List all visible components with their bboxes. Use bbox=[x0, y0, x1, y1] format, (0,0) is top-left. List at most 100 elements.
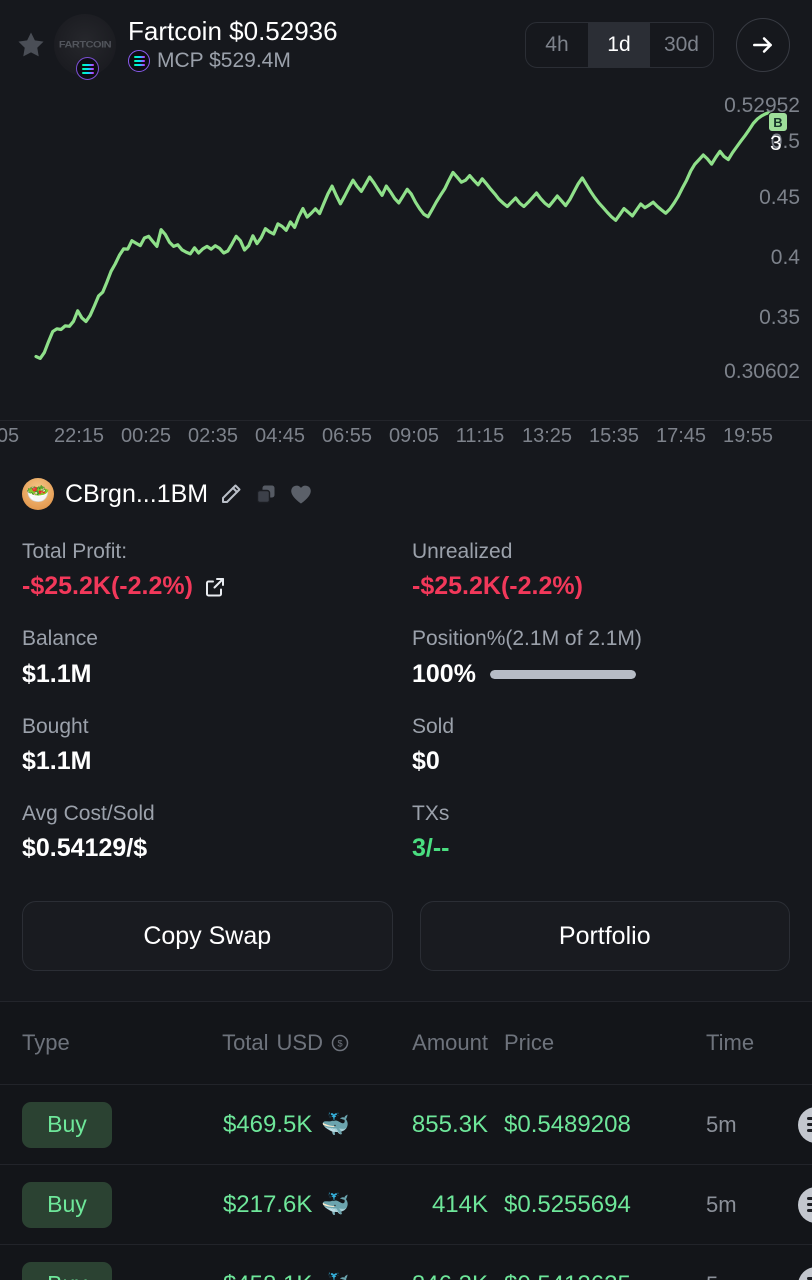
solana-icon[interactable] bbox=[798, 1266, 812, 1280]
x-tick-5: 06:55 bbox=[321, 425, 373, 447]
portfolio-button[interactable]: Portfolio bbox=[419, 901, 790, 972]
bought-value: $1.1M bbox=[22, 747, 92, 776]
trade-total-cell: $458.1K 🐳 bbox=[150, 1271, 350, 1280]
balance-value: $1.1M bbox=[22, 659, 92, 688]
position-percent-value: 100% bbox=[412, 659, 476, 688]
table-row[interactable]: Buy $469.5K 🐳 855.3K $0.5489208 5m bbox=[0, 1084, 812, 1164]
trade-type-badge: Buy bbox=[22, 1101, 112, 1148]
y-tick-4: 0.35 bbox=[759, 306, 800, 329]
whale-icon: 🐳 bbox=[321, 1273, 350, 1280]
stat-avg-cost-sold: Avg Cost/Sold $0.54129/$ bbox=[22, 786, 412, 873]
txs-value: 3/-- bbox=[412, 834, 450, 863]
trade-type-badge: Buy bbox=[22, 1181, 112, 1228]
stat-sold: Sold $0 bbox=[412, 699, 790, 786]
column-header-total[interactable]: Total USD $ bbox=[150, 1030, 350, 1056]
column-header-type[interactable]: Type bbox=[22, 1030, 150, 1056]
forward-arrow-button[interactable] bbox=[736, 18, 790, 72]
column-header-time[interactable]: Time bbox=[688, 1030, 788, 1056]
x-tick-3: 02:35 bbox=[187, 425, 239, 447]
token-logo[interactable]: FARTCOIN bbox=[54, 14, 116, 80]
x-tick-7: 11:15 bbox=[455, 425, 505, 447]
avatar: 🥗 bbox=[22, 478, 54, 510]
x-tick-0: 05 bbox=[0, 425, 20, 447]
wallet-address-label[interactable]: CBrgn...1BM bbox=[65, 480, 208, 509]
trade-time-cell: 5m bbox=[688, 1272, 788, 1280]
x-tick-6: 09:05 bbox=[388, 425, 440, 447]
txs-label: TXs bbox=[412, 802, 450, 826]
y-tick-3: 0.4 bbox=[770, 246, 800, 269]
heart-icon[interactable] bbox=[289, 483, 313, 505]
stats-grid: Total Profit: -$25.2K(-2.2%) Unrealized … bbox=[0, 516, 812, 873]
trade-price-cell: $0.5255694 bbox=[504, 1190, 631, 1218]
solana-icon[interactable] bbox=[798, 1106, 812, 1143]
position-progress-bar bbox=[489, 669, 636, 679]
trade-time-cell: 5m bbox=[706, 1191, 737, 1217]
column-header-price[interactable]: Price bbox=[488, 1030, 688, 1056]
token-logo-text: FARTCOIN bbox=[58, 40, 112, 50]
stat-unrealized: Unrealized -$25.2K(-2.2%) bbox=[412, 524, 790, 611]
trade-price-cell: $0.5412625 bbox=[488, 1271, 688, 1280]
whale-icon: 🐳 bbox=[321, 1111, 350, 1138]
trade-total-value: $217.6K bbox=[222, 1190, 313, 1218]
external-link-icon[interactable] bbox=[203, 575, 227, 599]
buy-marker-badge[interactable]: B bbox=[768, 112, 788, 132]
favorite-star-icon[interactable] bbox=[14, 28, 48, 62]
trade-count-label: 3 bbox=[770, 132, 782, 155]
table-row[interactable]: Buy $458.1K 🐳 846.3K $0.5412625 5m bbox=[0, 1244, 812, 1280]
header-bar: FARTCOIN Fartcoin $0.52936 MCP $529.4M 4… bbox=[0, 0, 812, 90]
bought-label: Bought bbox=[22, 714, 89, 738]
transactions-table: Type Total USD $ Amount Price Time Buy $… bbox=[0, 1001, 812, 1280]
avg-cost-sold-label: Avg Cost/Sold bbox=[22, 802, 155, 826]
x-tick-4: 04:45 bbox=[254, 425, 306, 447]
solana-chain-icon bbox=[128, 50, 150, 73]
copy-swap-button[interactable]: Copy Swap bbox=[22, 901, 393, 972]
table-row[interactable]: Buy $217.6K 🐳 414K $0.5255694 5m bbox=[0, 1164, 812, 1244]
wallet-row: 🥗 CBrgn...1BM bbox=[0, 456, 812, 516]
price-chart-svg bbox=[34, 110, 772, 360]
trade-amount-cell: 846.3K bbox=[350, 1271, 488, 1280]
market-cap-label: MCP $529.4M bbox=[157, 49, 291, 73]
total-profit-label: Total Profit: bbox=[22, 540, 128, 563]
stat-total-profit: Total Profit: -$25.2K(-2.2%) bbox=[22, 524, 412, 611]
timeframe-4h[interactable]: 4h bbox=[526, 23, 588, 67]
position-label: Position%(2.1M of 2.1M) bbox=[412, 627, 642, 651]
price-chart[interactable]: 0.52952 0.5 0.45 0.4 0.35 0.30602 B 3 bbox=[0, 90, 812, 420]
balance-label: Balance bbox=[22, 627, 98, 651]
table-header-row: Type Total USD $ Amount Price Time bbox=[0, 1002, 812, 1084]
token-title-block: Fartcoin $0.52936 MCP $529.4M bbox=[128, 15, 525, 74]
timeframe-1d[interactable]: 1d bbox=[587, 23, 650, 67]
market-cap-row: MCP $529.4M bbox=[128, 49, 525, 73]
y-tick-0: 0.52952 bbox=[724, 94, 800, 117]
trade-total-cell: $469.5K 🐳 bbox=[150, 1111, 350, 1139]
unrealized-label: Unrealized bbox=[412, 540, 513, 563]
x-tick-11: 19:55 bbox=[722, 425, 774, 447]
y-tick-5: 0.30602 bbox=[724, 360, 800, 383]
x-tick-9: 15:35 bbox=[588, 425, 640, 447]
copy-icon[interactable] bbox=[254, 482, 278, 506]
edit-pencil-icon[interactable] bbox=[219, 482, 243, 506]
y-tick-2: 0.45 bbox=[759, 186, 800, 209]
trade-total-cell: $217.6K 🐳 bbox=[150, 1191, 350, 1219]
usd-currency-toggle[interactable]: USD $ bbox=[277, 1030, 350, 1056]
total-label: Total bbox=[222, 1030, 269, 1056]
x-tick-1: 22:15 bbox=[53, 425, 105, 447]
timeframe-30d[interactable]: 30d bbox=[650, 23, 713, 67]
trade-amount-cell: 855.3K bbox=[411, 1110, 488, 1138]
position-progress-fill bbox=[489, 669, 636, 679]
trade-time-cell: 5m bbox=[706, 1111, 737, 1137]
trade-total-value: $469.5K bbox=[222, 1110, 313, 1138]
token-detail-screen: FARTCOIN Fartcoin $0.52936 MCP $529.4M 4… bbox=[0, 0, 812, 1280]
trade-amount-cell: 414K bbox=[431, 1190, 488, 1218]
column-header-amount[interactable]: Amount bbox=[350, 1030, 488, 1056]
unrealized-value: -$25.2K(-2.2%) bbox=[412, 572, 583, 601]
page-title: Fartcoin $0.52936 bbox=[128, 15, 338, 46]
stat-bought: Bought $1.1M bbox=[22, 699, 412, 786]
trade-price-cell: $0.5489208 bbox=[504, 1110, 631, 1138]
avg-cost-sold-value: $0.54129/$ bbox=[22, 834, 148, 863]
stat-position: Position%(2.1M of 2.1M) 100% bbox=[412, 611, 790, 698]
timeframe-selector[interactable]: 4h 1d 30d bbox=[524, 22, 714, 68]
x-tick-10: 17:45 bbox=[655, 425, 707, 447]
solana-icon[interactable] bbox=[798, 1186, 812, 1223]
stat-txs: TXs 3/-- bbox=[412, 786, 790, 873]
trade-total-value: $458.1K bbox=[223, 1271, 312, 1280]
